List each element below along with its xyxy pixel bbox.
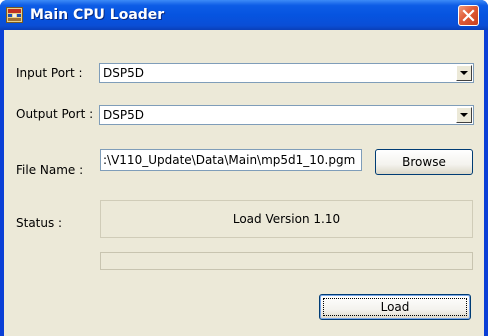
chevron-down-icon (460, 113, 468, 117)
browse-button[interactable]: Browse (375, 149, 473, 175)
file-name-value: :\V110_Update\Data\Main\mp5d1_10.pgm (103, 153, 356, 167)
status-value: Load Version 1.10 (232, 212, 341, 226)
chevron-down-icon (460, 71, 468, 75)
input-port-value: DSP5D (103, 66, 144, 80)
file-name-label: File Name : (16, 163, 84, 177)
close-button[interactable] (458, 5, 479, 26)
client-area: Input Port : DSP5D Output Port : DSP5D F… (4, 30, 484, 336)
title-bar[interactable]: Main CPU Loader (0, 0, 488, 30)
file-name-input[interactable]: :\V110_Update\Data\Main\mp5d1_10.pgm (100, 149, 362, 171)
status-panel: Load Version 1.10 (100, 200, 473, 238)
input-port-dropdown-button[interactable] (456, 65, 472, 81)
load-button[interactable]: Load (319, 294, 471, 320)
status-label: Status : (16, 216, 63, 230)
input-port-select[interactable]: DSP5D (99, 63, 474, 83)
output-port-dropdown-button[interactable] (456, 107, 472, 123)
progress-bar (100, 252, 473, 270)
focus-ring (323, 298, 467, 316)
app-icon (6, 7, 23, 23)
output-port-label: Output Port : (16, 107, 94, 121)
input-port-label: Input Port : (16, 66, 83, 80)
window-title: Main CPU Loader (30, 7, 165, 23)
loader-window: Main CPU Loader Input Port : DSP5D Outpu… (0, 0, 488, 336)
browse-button-label: Browse (402, 155, 446, 169)
output-port-value: DSP5D (103, 108, 144, 122)
output-port-select[interactable]: DSP5D (99, 105, 474, 125)
close-icon (462, 9, 475, 22)
